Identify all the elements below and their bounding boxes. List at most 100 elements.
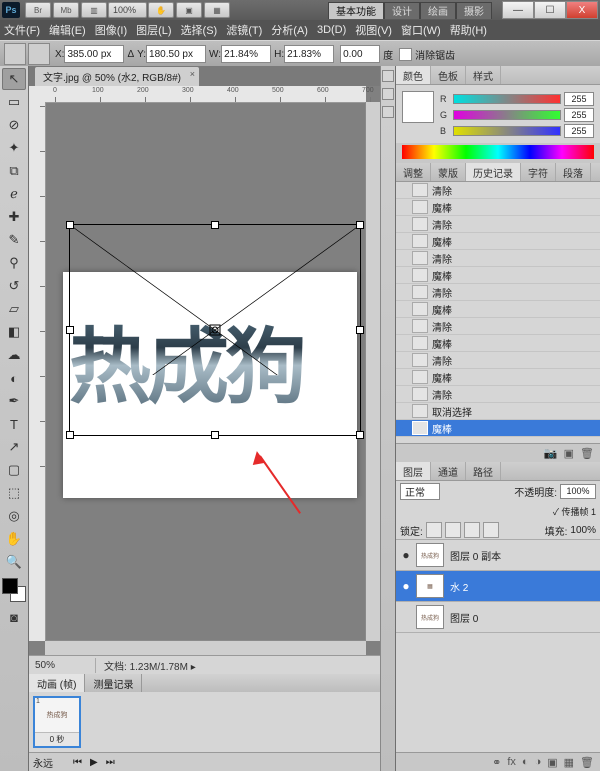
side-icon-2[interactable] [382,88,394,100]
handle-tr[interactable] [356,221,364,229]
layer-adj-icon[interactable]: ◑ [535,756,542,768]
menu-window[interactable]: 窗口(W) [401,22,441,38]
handle-ml[interactable] [66,326,74,334]
history-row[interactable]: 清除 [396,318,600,335]
history-row[interactable]: 取消选择 [396,403,600,420]
transform-box[interactable] [69,224,361,436]
fg-color-swatch[interactable] [402,91,434,123]
hand-button[interactable]: ✋ [148,2,174,18]
menu-layer[interactable]: 图层(L) [136,22,171,38]
tab-para[interactable]: 段落 [556,163,591,181]
layer-mask-icon[interactable]: ◐ [522,756,529,768]
color-spectrum[interactable] [402,145,594,159]
history-row[interactable]: 清除 [396,182,600,199]
tab-mask[interactable]: 蒙版 [431,163,466,181]
history-trash-icon[interactable]: 🗑 [580,447,594,460]
layer-visibility-icon[interactable]: ● [396,548,416,562]
history-new-icon[interactable]: ▣ [564,447,574,460]
handle-mr[interactable] [356,326,364,334]
lock-all-icon[interactable] [483,522,499,538]
3d-tool[interactable]: ⬚ [2,482,26,504]
x-field[interactable]: 385.00 px [64,45,124,63]
mb-button[interactable]: Mb [53,2,79,18]
ws-tab-paint[interactable]: 绘画 [420,2,456,19]
heal-tool[interactable]: ✚ [2,206,26,228]
menu-file[interactable]: 文件(F) [4,22,40,38]
g-value[interactable]: 255 [564,108,594,122]
quickmask-tool[interactable]: ◙ [2,606,26,628]
status-zoom[interactable]: 50% [29,660,95,671]
document-tab-close[interactable]: × [190,69,195,79]
history-list[interactable]: 清除魔棒清除魔棒清除魔棒清除魔棒清除魔棒清除魔棒清除取消选择▶魔棒 [396,182,600,443]
tab-styles[interactable]: 样式 [466,66,501,84]
history-row[interactable]: 魔棒 [396,369,600,386]
handle-center[interactable] [210,325,221,336]
ws-tab-design[interactable]: 设计 [384,2,420,19]
history-row[interactable]: ▶魔棒 [396,420,600,437]
lock-pos-icon[interactable] [464,522,480,538]
history-row[interactable]: 魔棒 [396,335,600,352]
stamp-tool[interactable]: ⚲ [2,252,26,274]
blur-tool[interactable]: ☁ [2,344,26,366]
wand-tool[interactable]: ✦ [2,137,26,159]
play-icon[interactable]: ▶ [90,757,98,768]
brush-tool[interactable]: ✎ [2,229,26,251]
arrange-button[interactable]: ▦ [204,2,230,18]
menu-help[interactable]: 帮助(H) [450,22,487,38]
angle-field[interactable]: 0.00 [340,45,380,63]
zoom-tool[interactable]: 🔍 [2,551,26,573]
tab-channels[interactable]: 通道 [431,462,466,480]
menu-view[interactable]: 视图(V) [355,22,392,38]
layer-link-icon[interactable]: ⚭ [492,756,501,769]
history-row[interactable]: 魔棒 [396,233,600,250]
layer-row[interactable]: 热成狗图层 0 [396,602,600,633]
tab-history[interactable]: 历史记录 [466,163,521,181]
layer-new-icon[interactable]: ▦ [564,756,574,769]
lock-trans-icon[interactable] [426,522,442,538]
3d-camera-tool[interactable]: ◎ [2,505,26,527]
layers-list[interactable]: ➜ ●热成狗图层 0 副本●▦水 2热成狗图层 0 [396,540,600,752]
handle-tl[interactable] [66,221,74,229]
tool-preset-icon[interactable] [4,43,26,65]
blend-mode-select[interactable]: 正常 [400,483,440,500]
shape-tool[interactable]: ▢ [2,459,26,481]
fill-value[interactable]: 100% [570,525,596,536]
loop-select[interactable]: 永远 [33,755,65,770]
b-value[interactable]: 255 [564,124,594,138]
opacity-value[interactable]: 100% [560,484,596,499]
tab-layers[interactable]: 图层 [396,462,431,480]
br-button[interactable]: Br [25,2,51,18]
type-tool[interactable]: T [2,413,26,435]
layer-trash-icon[interactable]: 🗑 [580,756,594,769]
history-row[interactable]: 魔棒 [396,301,600,318]
menu-edit[interactable]: 编辑(E) [49,22,86,38]
tab-char[interactable]: 字符 [521,163,556,181]
history-row[interactable]: 魔棒 [396,267,600,284]
handle-tc[interactable] [211,221,219,229]
pen-tool[interactable]: ✒ [2,390,26,412]
handle-bc[interactable] [211,431,219,439]
r-slider[interactable] [453,94,561,104]
next-frame-icon[interactable]: ⏭ [106,757,115,768]
menu-image[interactable]: 图像(I) [95,22,127,38]
tab-color[interactable]: 颜色 [396,66,431,84]
handle-bl[interactable] [66,431,74,439]
marquee-tool[interactable]: ▭ [2,91,26,113]
move-tool[interactable]: ↖ [2,68,26,90]
h-field[interactable]: 21.83% [284,45,334,63]
menu-filter[interactable]: 滤镜(T) [226,22,262,38]
history-row[interactable]: 清除 [396,284,600,301]
dodge-tool[interactable]: ◐ [2,367,26,389]
menu-select[interactable]: 选择(S) [181,22,218,38]
window-maximize[interactable]: ☐ [534,1,566,19]
history-row[interactable]: 魔棒 [396,199,600,216]
eyedropper-tool[interactable]: ℯ [2,183,26,205]
window-close[interactable]: X [566,1,598,19]
canvas-area[interactable]: 0 100 200 300 400 500 600 700 [29,86,380,655]
history-row[interactable]: 清除 [396,250,600,267]
tab-swatches[interactable]: 色板 [431,66,466,84]
layer-row[interactable]: ●▦水 2 [396,571,600,602]
antialias-checkbox[interactable] [399,48,412,61]
history-snapshot-icon[interactable]: 📷 [544,447,558,460]
handle-br[interactable] [356,431,364,439]
